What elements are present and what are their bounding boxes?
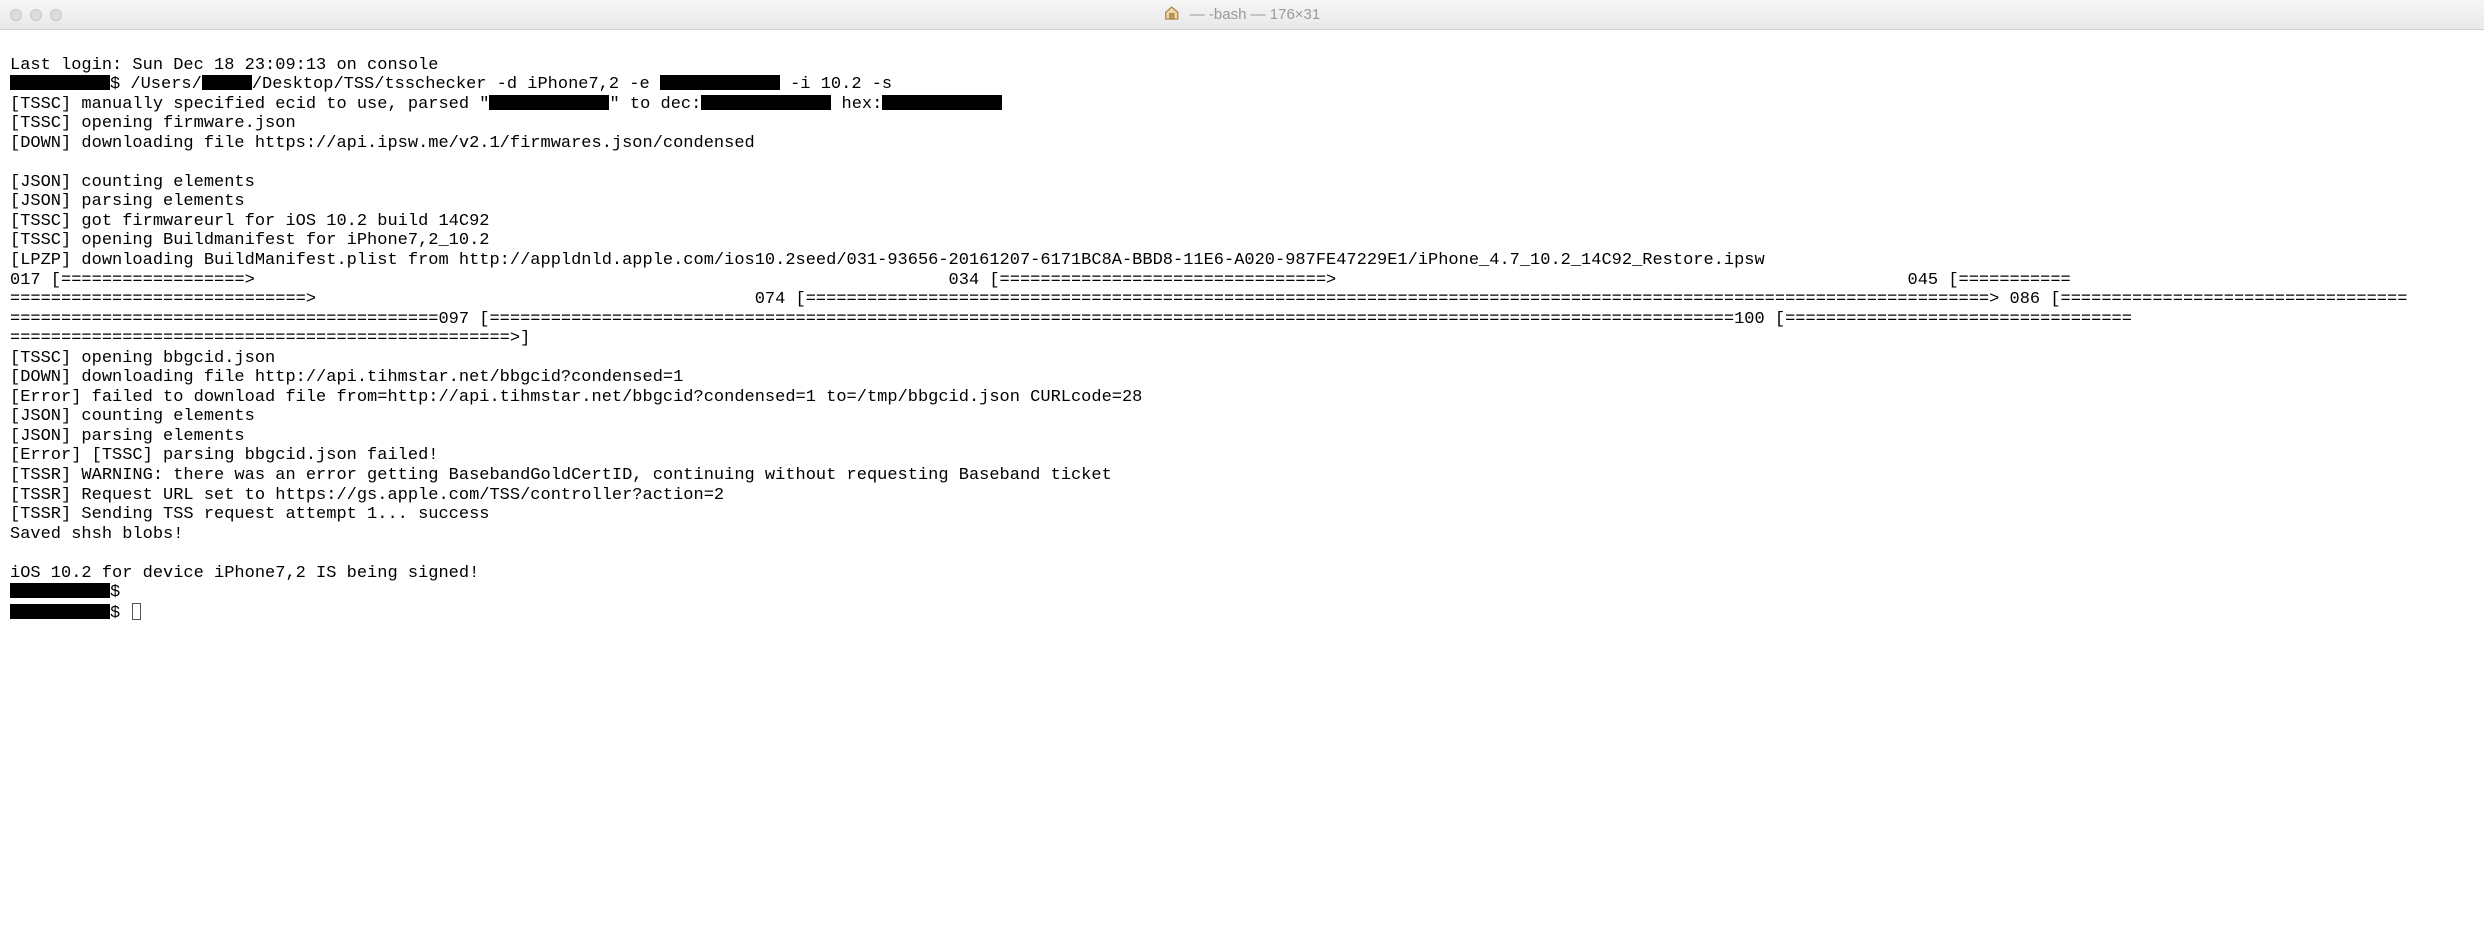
window-titlebar: — -bash — 176×31 xyxy=(0,0,2484,30)
line: [Error] [TSSC] parsing bbgcid.json faile… xyxy=(10,446,438,465)
line: [JSON] parsing elements xyxy=(10,427,245,446)
line: /Desktop/TSS/tsschecker -d iPhone7,2 -e xyxy=(252,75,660,94)
line: Saved shsh blobs! xyxy=(10,525,183,544)
line: $ /Users/ xyxy=(110,75,202,94)
redacted xyxy=(489,95,609,110)
line: iOS 10.2 for device iPhone7,2 IS being s… xyxy=(10,564,479,583)
line: [TSSR] Sending TSS request attempt 1... … xyxy=(10,505,489,524)
line: hex: xyxy=(831,95,882,114)
window-title-area: — -bash — 176×31 xyxy=(1164,5,1321,25)
line: [TSSR] WARNING: there was an error getti… xyxy=(10,466,1112,485)
terminal-content[interactable]: Last login: Sun Dec 18 23:09:13 on conso… xyxy=(0,30,2484,629)
redacted xyxy=(202,75,252,90)
line: [TSSC] opening bbgcid.json xyxy=(10,349,275,368)
line: [TSSR] Request URL set to https://gs.app… xyxy=(10,486,724,505)
redacted xyxy=(10,583,110,598)
line: [JSON] counting elements xyxy=(10,173,255,192)
line: [TSSC] manually specified ecid to use, p… xyxy=(10,95,489,114)
line: -i 10.2 -s xyxy=(780,75,892,94)
redacted xyxy=(701,95,831,110)
cursor xyxy=(132,603,141,620)
zoom-button[interactable] xyxy=(50,9,62,21)
line: [JSON] counting elements xyxy=(10,407,255,426)
home-icon xyxy=(1164,5,1180,25)
line: " to dec: xyxy=(609,95,701,114)
close-button[interactable] xyxy=(10,9,22,21)
line: [TSSC] opening Buildmanifest for iPhone7… xyxy=(10,231,489,250)
prompt: $ xyxy=(110,604,130,623)
redacted xyxy=(882,95,1002,110)
minimize-button[interactable] xyxy=(30,9,42,21)
line: ========================================… xyxy=(10,329,530,348)
redacted xyxy=(10,75,110,90)
redacted xyxy=(10,604,110,619)
prompt: $ xyxy=(110,583,130,602)
line: Last login: Sun Dec 18 23:09:13 on conso… xyxy=(10,56,438,75)
line: [DOWN] downloading file https://api.ipsw… xyxy=(10,134,755,153)
line: =============================> 074 [====… xyxy=(10,290,2407,309)
line: [TSSC] opening firmware.json xyxy=(10,114,296,133)
line: [TSSC] got firmwareurl for iOS 10.2 buil… xyxy=(10,212,489,231)
line: 017 [==================> 034 [==========… xyxy=(10,271,2071,290)
line: ========================================… xyxy=(10,310,2132,329)
window-controls xyxy=(10,9,62,21)
redacted xyxy=(660,75,780,90)
window-title: — -bash — 176×31 xyxy=(1190,6,1321,23)
line: [JSON] parsing elements xyxy=(10,192,245,211)
line: [DOWN] downloading file http://api.tihms… xyxy=(10,368,683,387)
line: [LPZP] downloading BuildManifest.plist f… xyxy=(10,251,1765,270)
line: [Error] failed to download file from=htt… xyxy=(10,388,1142,407)
